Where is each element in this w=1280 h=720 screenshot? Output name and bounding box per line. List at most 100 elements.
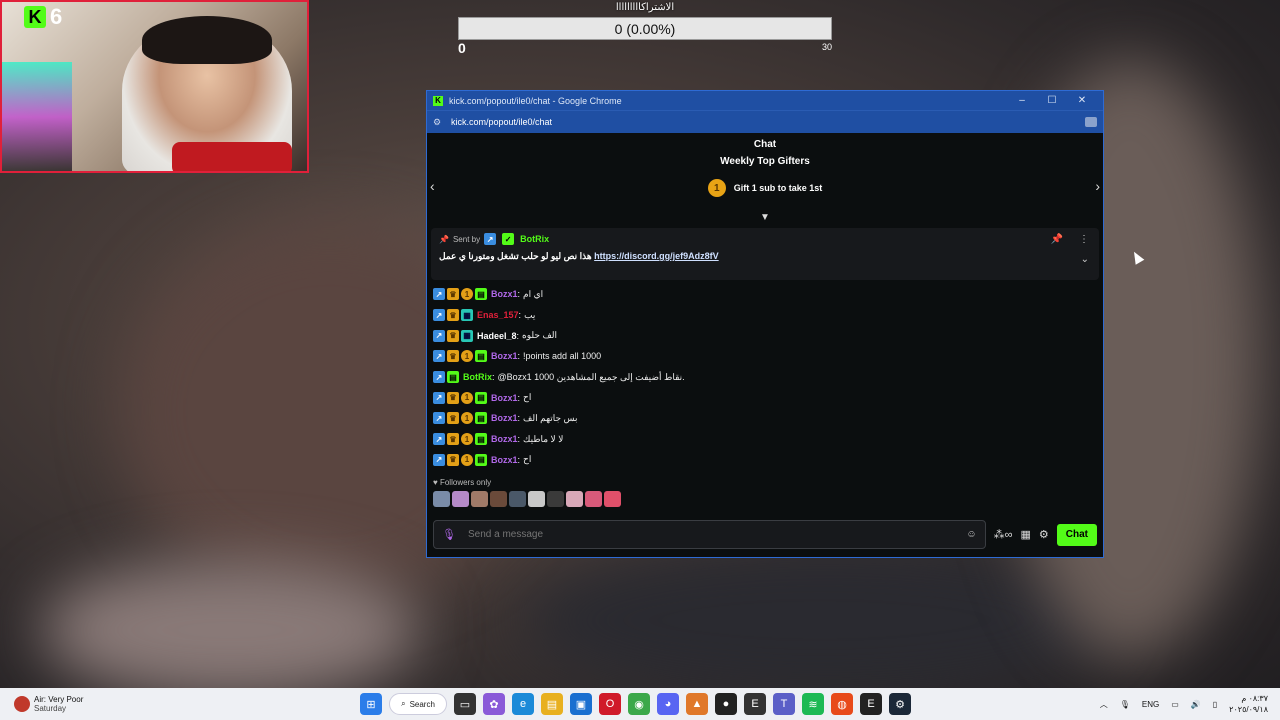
steam-icon[interactable]: ⚙: [889, 693, 911, 715]
emote-icon[interactable]: [471, 491, 488, 508]
emote-icon[interactable]: [585, 491, 602, 508]
weather-widget[interactable]: Air: Very Poor Saturday: [0, 695, 360, 713]
emoji-icon[interactable]: ☺: [966, 529, 976, 540]
file-explorer-icon[interactable]: ▤: [541, 693, 563, 715]
moderator-badge-icon: ↗: [433, 453, 445, 466]
settings-icon[interactable]: ⚙: [1039, 528, 1049, 541]
chat-separator: :: [516, 330, 520, 341]
chevron-right-icon[interactable]: ›: [1095, 178, 1100, 194]
chat-username[interactable]: Bozx1: [491, 289, 518, 299]
goal-title: الاشتراكااااااااا: [615, 2, 675, 13]
vlc-icon[interactable]: ▲: [686, 693, 708, 715]
emote-icon[interactable]: [547, 491, 564, 508]
send-chat-button[interactable]: Chat: [1056, 523, 1097, 546]
moderator-badge-icon: ↗: [433, 329, 445, 342]
chat-separator: :: [518, 310, 522, 321]
chat-username[interactable]: Enas_157: [477, 310, 519, 320]
site-settings-icon[interactable]: ⚙: [433, 117, 445, 128]
clock[interactable]: ٠٨:٣٧ م ٢٠٢٥/٠٩/١٨: [1229, 693, 1268, 715]
chat-username[interactable]: Bozx1: [491, 434, 518, 444]
chat-username[interactable]: BotRix: [463, 372, 492, 382]
edge-icon[interactable]: e: [512, 693, 534, 715]
pin-icon: 📌: [439, 234, 449, 244]
start-icon[interactable]: ⊞: [360, 693, 382, 715]
gifters-row: 1 Gift 1 sub to take 1st: [427, 179, 1103, 197]
weather-subtitle: Saturday: [34, 704, 67, 713]
gifter-badge-icon: 1: [461, 453, 473, 466]
chevron-left-icon[interactable]: ‹: [430, 178, 435, 194]
chrome-icon[interactable]: ◉: [628, 693, 650, 715]
message-input[interactable]: [467, 529, 967, 540]
teams-icon[interactable]: T: [773, 693, 795, 715]
volume-icon[interactable]: 🔊: [1191, 700, 1201, 709]
emote-icon[interactable]: [566, 491, 583, 508]
message-input-wrapper[interactable]: 🎙 ☺: [433, 520, 986, 549]
battery-icon[interactable]: ▯: [1213, 700, 1217, 709]
epic-launcher-icon[interactable]: E: [860, 693, 882, 715]
discord-icon[interactable]: ◕: [657, 693, 679, 715]
translate-icon[interactable]: [1085, 117, 1097, 127]
store-app-icon[interactable]: ▣: [570, 693, 592, 715]
epic-games-icon[interactable]: E: [744, 693, 766, 715]
pinned-link[interactable]: https://discord.gg/jef9Adz8fV: [594, 251, 719, 261]
search-button[interactable]: ⌕ Search: [389, 693, 447, 715]
obs-icon[interactable]: ●: [715, 693, 737, 715]
maximize-button[interactable]: ☐: [1037, 95, 1067, 106]
system-tray: ︿ 🎙 ENG ▭ 🔊 ▯ ٠٨:٣٧ م ٢٠٢٥/٠٩/١٨: [1100, 693, 1280, 715]
task-view-icon[interactable]: ▭: [454, 693, 476, 715]
webcam-pc-lights: [2, 62, 72, 171]
chat-username[interactable]: Hadeel_8: [477, 331, 517, 341]
collapse-icon[interactable]: ▼: [760, 212, 770, 223]
chat-message-text: اح: [523, 454, 532, 465]
chat-username[interactable]: Bozx1: [491, 351, 518, 361]
copilot-icon[interactable]: ✿: [483, 693, 505, 715]
streaming-app-icon[interactable]: ◍: [831, 693, 853, 715]
opera-icon[interactable]: O: [599, 693, 621, 715]
moderator-badge-icon: ↗: [433, 350, 445, 363]
moderator-badge-icon: ↗: [433, 433, 445, 446]
subscriber-badge-icon: ▤: [447, 371, 459, 384]
chat-message: ↗ ♛ ▦ Hadeel_8: الف حلوه: [433, 325, 1097, 346]
emote-icon[interactable]: [528, 491, 545, 508]
founder-badge-icon: ▦: [461, 309, 473, 322]
chat-separator: :: [517, 454, 521, 465]
microphone-icon[interactable]: 🎙: [442, 528, 456, 541]
chat-username[interactable]: Bozx1: [491, 455, 518, 465]
minimize-button[interactable]: –: [1007, 95, 1037, 106]
chat-separator: :: [517, 413, 521, 424]
search-label: Search: [409, 699, 435, 709]
search-icon: ⌕: [401, 699, 406, 708]
emote-icon[interactable]: [509, 491, 526, 508]
goal-progress-bar: 0 (0.00%): [458, 17, 832, 40]
chevron-down-icon[interactable]: ⌄: [1081, 254, 1089, 265]
language-indicator[interactable]: ENG: [1142, 700, 1159, 709]
chevron-up-icon[interactable]: ︿: [1100, 699, 1108, 710]
microphone-tray-icon[interactable]: 🎙: [1120, 700, 1130, 709]
pinned-user[interactable]: BotRix: [520, 234, 549, 244]
spotify-icon[interactable]: ≋: [802, 693, 824, 715]
emote-icon[interactable]: [452, 491, 469, 508]
moderator-badge-icon: ↗: [433, 309, 445, 322]
unpin-icon[interactable]: 📌: [1051, 234, 1063, 245]
emote-icon[interactable]: [490, 491, 507, 508]
emote-icon[interactable]: [433, 491, 450, 508]
emote-icon[interactable]: [604, 491, 621, 508]
address-bar[interactable]: ⚙ kick.com/popout/ile0/chat: [427, 110, 1103, 133]
bot-badge-icon: ✓: [502, 233, 515, 245]
network-icon[interactable]: ▭: [1171, 700, 1179, 709]
store-icon[interactable]: ▦: [1020, 528, 1030, 541]
chat-message-text: اي ام: [523, 288, 544, 299]
url-text[interactable]: kick.com/popout/ile0/chat: [451, 117, 1085, 127]
goal-progress-text: 0 (0.00%): [614, 20, 676, 37]
chat-separator: :: [492, 372, 495, 383]
window-titlebar[interactable]: K kick.com/popout/ile0/chat - Google Chr…: [427, 91, 1103, 110]
chat-message: ↗ ♛ 1 ▤ Bozx1: !points add all 1000: [433, 346, 1097, 367]
chat-username[interactable]: Bozx1: [491, 413, 518, 423]
webcam-microphone: [172, 142, 292, 171]
subscriber-badge-icon: ▤: [475, 453, 487, 466]
chat-username[interactable]: Bozx1: [491, 393, 518, 403]
close-button[interactable]: ✕: [1067, 95, 1097, 106]
more-options-icon[interactable]: ⋮: [1079, 234, 1089, 245]
points-icon[interactable]: ⁂∞: [994, 528, 1013, 541]
followers-only-notice: ♥ Followers only: [433, 478, 492, 488]
